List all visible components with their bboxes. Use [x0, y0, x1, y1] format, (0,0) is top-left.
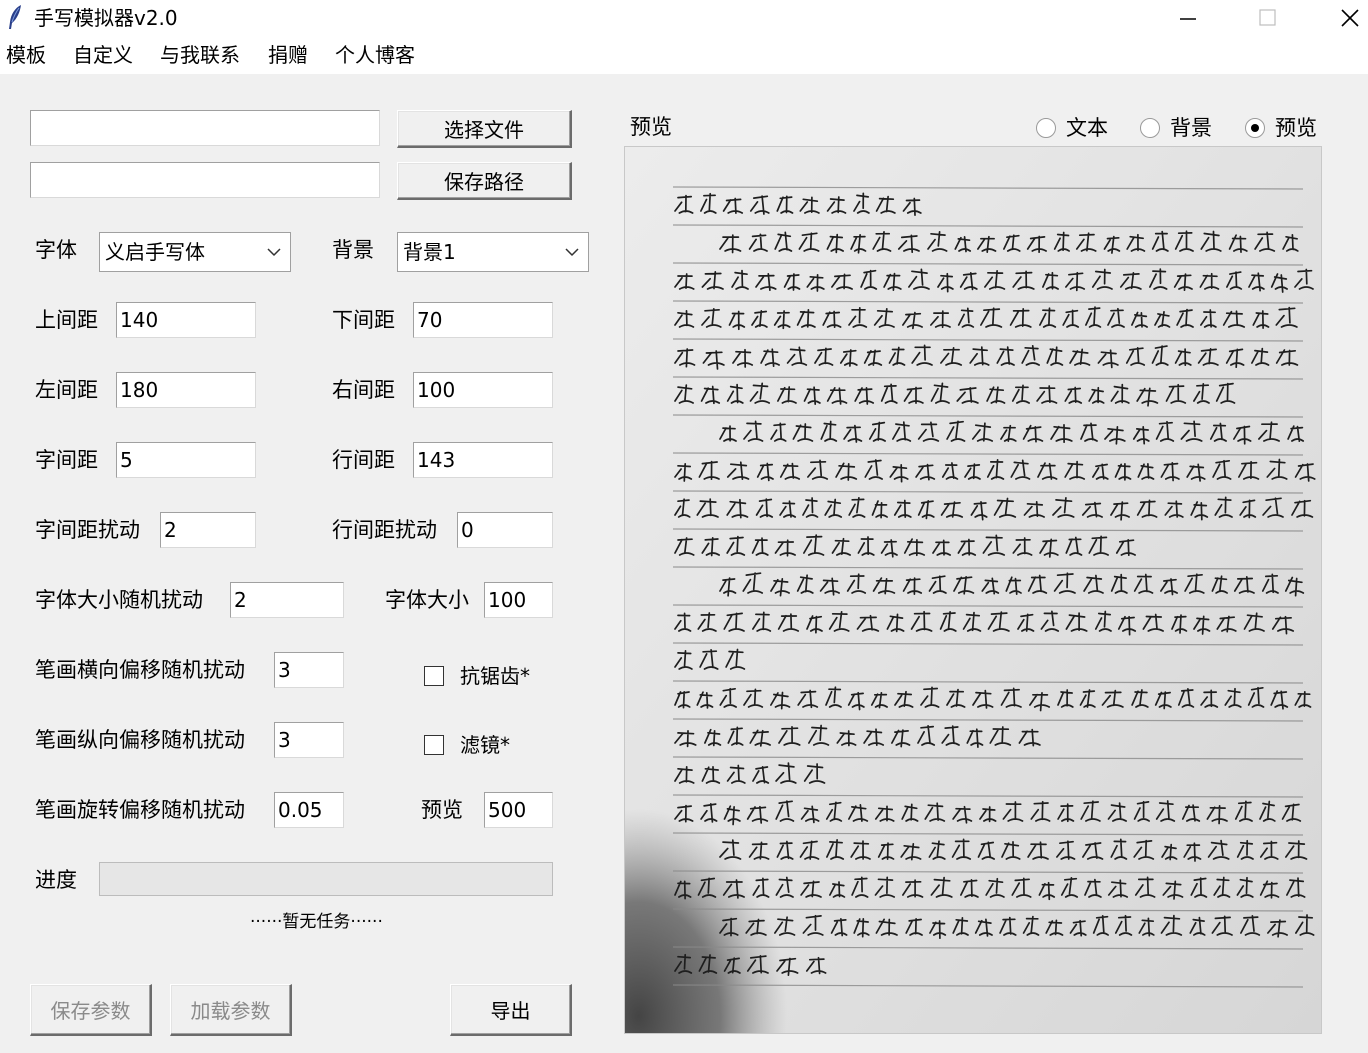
maximize-button[interactable] [1228, 0, 1308, 36]
window-title: 手写模拟器v2.0 [34, 6, 178, 30]
menu-blog[interactable]: 个人博客 [335, 42, 415, 68]
background-select-value: 背景1 [403, 240, 456, 264]
font-size-label: 字体大小 [385, 588, 469, 612]
menu-contact[interactable]: 与我联系 [160, 42, 240, 68]
title-bar: 手写模拟器v2.0 [0, 0, 1368, 36]
menu-template[interactable]: 模板 [6, 42, 46, 68]
radio-text-mode[interactable] [1036, 118, 1056, 138]
char-spacing-jitter-field[interactable]: 2 [160, 512, 256, 548]
stroke-h-jitter-field[interactable]: 3 [274, 652, 344, 688]
save-path-button[interactable]: 保存路径 [397, 162, 572, 200]
background-label: 背景 [332, 238, 374, 262]
progress-label: 进度 [35, 868, 77, 892]
save-params-button[interactable]: 保存参数 [30, 984, 152, 1036]
input-file-path[interactable] [30, 110, 380, 146]
radio-preview-label: 预览 [1275, 116, 1317, 140]
close-button[interactable] [1310, 0, 1368, 36]
antialias-label: 抗锯齿* [460, 664, 530, 688]
menu-bar: 模板 自定义 与我联系 捐赠 个人博客 [0, 36, 1368, 74]
line-spacing-field[interactable]: 143 [413, 442, 553, 478]
right-margin-label: 右间距 [332, 378, 395, 402]
left-margin-label: 左间距 [35, 378, 98, 402]
preview-image [624, 146, 1322, 1034]
radio-preview-mode[interactable] [1245, 118, 1265, 138]
filter-checkbox[interactable] [424, 735, 444, 755]
char-spacing-field[interactable]: 5 [116, 442, 256, 478]
feather-icon [6, 4, 24, 30]
menu-donate[interactable]: 捐赠 [268, 42, 308, 68]
status-text: ······暂无任务······ [250, 912, 383, 932]
char-spacing-label: 字间距 [35, 448, 98, 472]
filter-label: 滤镜* [460, 733, 510, 757]
export-button[interactable]: 导出 [450, 984, 572, 1036]
preview-title: 预览 [630, 115, 672, 139]
font-size-jitter-field[interactable]: 2 [230, 582, 344, 618]
bottom-margin-label: 下间距 [332, 308, 395, 332]
choose-file-button[interactable]: 选择文件 [397, 110, 572, 148]
load-params-button[interactable]: 加载参数 [170, 984, 292, 1036]
font-label: 字体 [35, 238, 77, 262]
minimize-button[interactable] [1148, 0, 1228, 36]
radio-text-label: 文本 [1066, 116, 1108, 140]
line-spacing-jitter-field[interactable]: 0 [457, 512, 553, 548]
radio-background-mode[interactable] [1140, 118, 1160, 138]
font-size-field[interactable]: 100 [484, 582, 553, 618]
progress-bar [99, 862, 553, 896]
font-select-value: 义启手写体 [105, 240, 205, 264]
chevron-down-icon [565, 248, 579, 257]
maximize-icon [1259, 9, 1276, 26]
line-spacing-jitter-label: 行间距扰动 [332, 518, 437, 542]
font-select[interactable]: 义启手写体 [99, 232, 291, 272]
output-path-field[interactable] [30, 162, 380, 198]
antialias-checkbox[interactable] [424, 666, 444, 686]
stroke-h-jitter-label: 笔画横向偏移随机扰动 [35, 658, 245, 682]
close-icon [1341, 9, 1359, 27]
char-spacing-jitter-label: 字间距扰动 [35, 518, 140, 542]
font-size-jitter-label: 字体大小随机扰动 [35, 588, 203, 612]
stroke-rot-jitter-field[interactable]: 0.05 [274, 792, 344, 828]
radio-background-label: 背景 [1170, 116, 1212, 140]
line-spacing-label: 行间距 [332, 448, 395, 472]
stroke-v-jitter-field[interactable]: 3 [274, 722, 344, 758]
left-margin-field[interactable]: 180 [116, 372, 256, 408]
menu-custom[interactable]: 自定义 [73, 42, 133, 68]
minimize-icon [1180, 18, 1196, 20]
top-margin-label: 上间距 [35, 308, 98, 332]
preview-size-field[interactable]: 500 [484, 792, 553, 828]
stroke-v-jitter-label: 笔画纵向偏移随机扰动 [35, 728, 245, 752]
right-margin-field[interactable]: 100 [413, 372, 553, 408]
top-margin-field[interactable]: 140 [116, 302, 256, 338]
bottom-margin-field[interactable]: 70 [413, 302, 553, 338]
chevron-down-icon [267, 248, 281, 257]
background-select[interactable]: 背景1 [397, 232, 589, 272]
stroke-rot-jitter-label: 笔画旋转偏移随机扰动 [35, 798, 245, 822]
preview-size-label: 预览 [421, 798, 463, 822]
